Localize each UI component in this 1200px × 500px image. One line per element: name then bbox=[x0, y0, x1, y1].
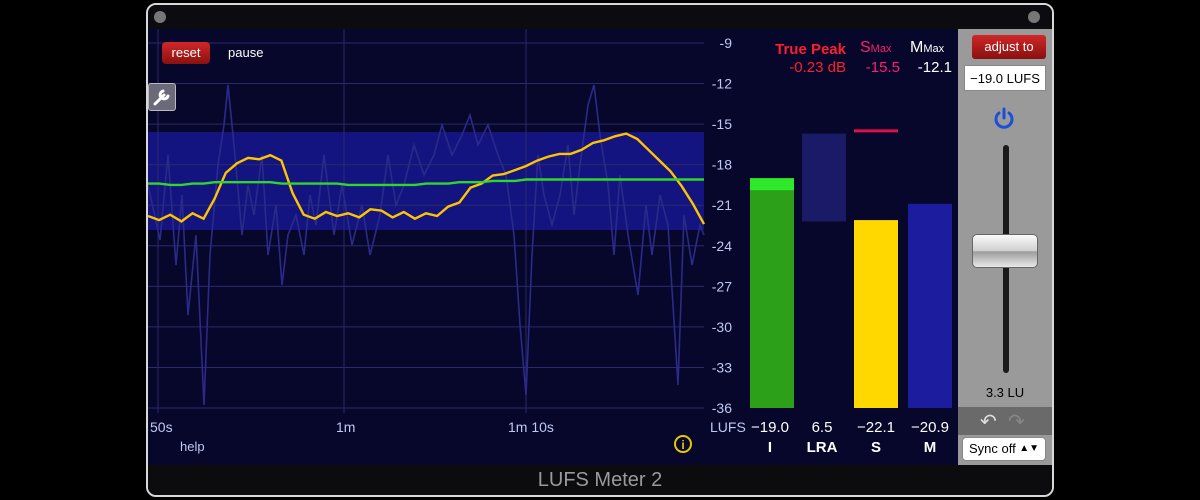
power-icon[interactable] bbox=[990, 105, 1018, 133]
undo-icon[interactable]: ↶ bbox=[980, 409, 997, 434]
sync-dropdown[interactable]: Sync off ▲▼ bbox=[962, 437, 1046, 461]
undo-redo-bar: ↶ ↷ bbox=[958, 407, 1052, 435]
gain-fader-handle[interactable] bbox=[972, 234, 1038, 268]
short-term-value: −22.1 bbox=[857, 419, 895, 436]
redo-icon[interactable]: ↷ bbox=[1008, 409, 1025, 434]
adjust-to-button[interactable]: adjust to bbox=[972, 35, 1046, 59]
short-term-bar bbox=[854, 220, 898, 408]
lra-range-bar bbox=[802, 133, 846, 222]
integrated-value: −19.0 bbox=[751, 419, 789, 436]
momentary-bar bbox=[908, 203, 952, 408]
momentary-value: −20.9 bbox=[911, 419, 949, 436]
lra-label: LRA bbox=[806, 439, 838, 456]
plugin-window: -9 -12 -15 -18 -21 -24 -27 -30 -33 -36 reset paus… bbox=[146, 3, 1054, 497]
short-term-label: S bbox=[870, 439, 881, 456]
momentary-label: M bbox=[923, 439, 937, 456]
gain-readout: 3.3 LU bbox=[985, 385, 1025, 400]
integrated-bar bbox=[750, 178, 794, 408]
chevron-updown-icon: ▲▼ bbox=[1019, 443, 1039, 454]
lra-value: 6.5 bbox=[811, 419, 833, 436]
meter-bars bbox=[750, 129, 952, 408]
target-loudness-field[interactable]: −19.0 LUFS bbox=[964, 65, 1046, 91]
integrated-label: I bbox=[767, 439, 773, 456]
plugin-name-footer: LUFS Meter 2 bbox=[148, 465, 1052, 495]
integrated-bar-cap bbox=[750, 178, 794, 191]
